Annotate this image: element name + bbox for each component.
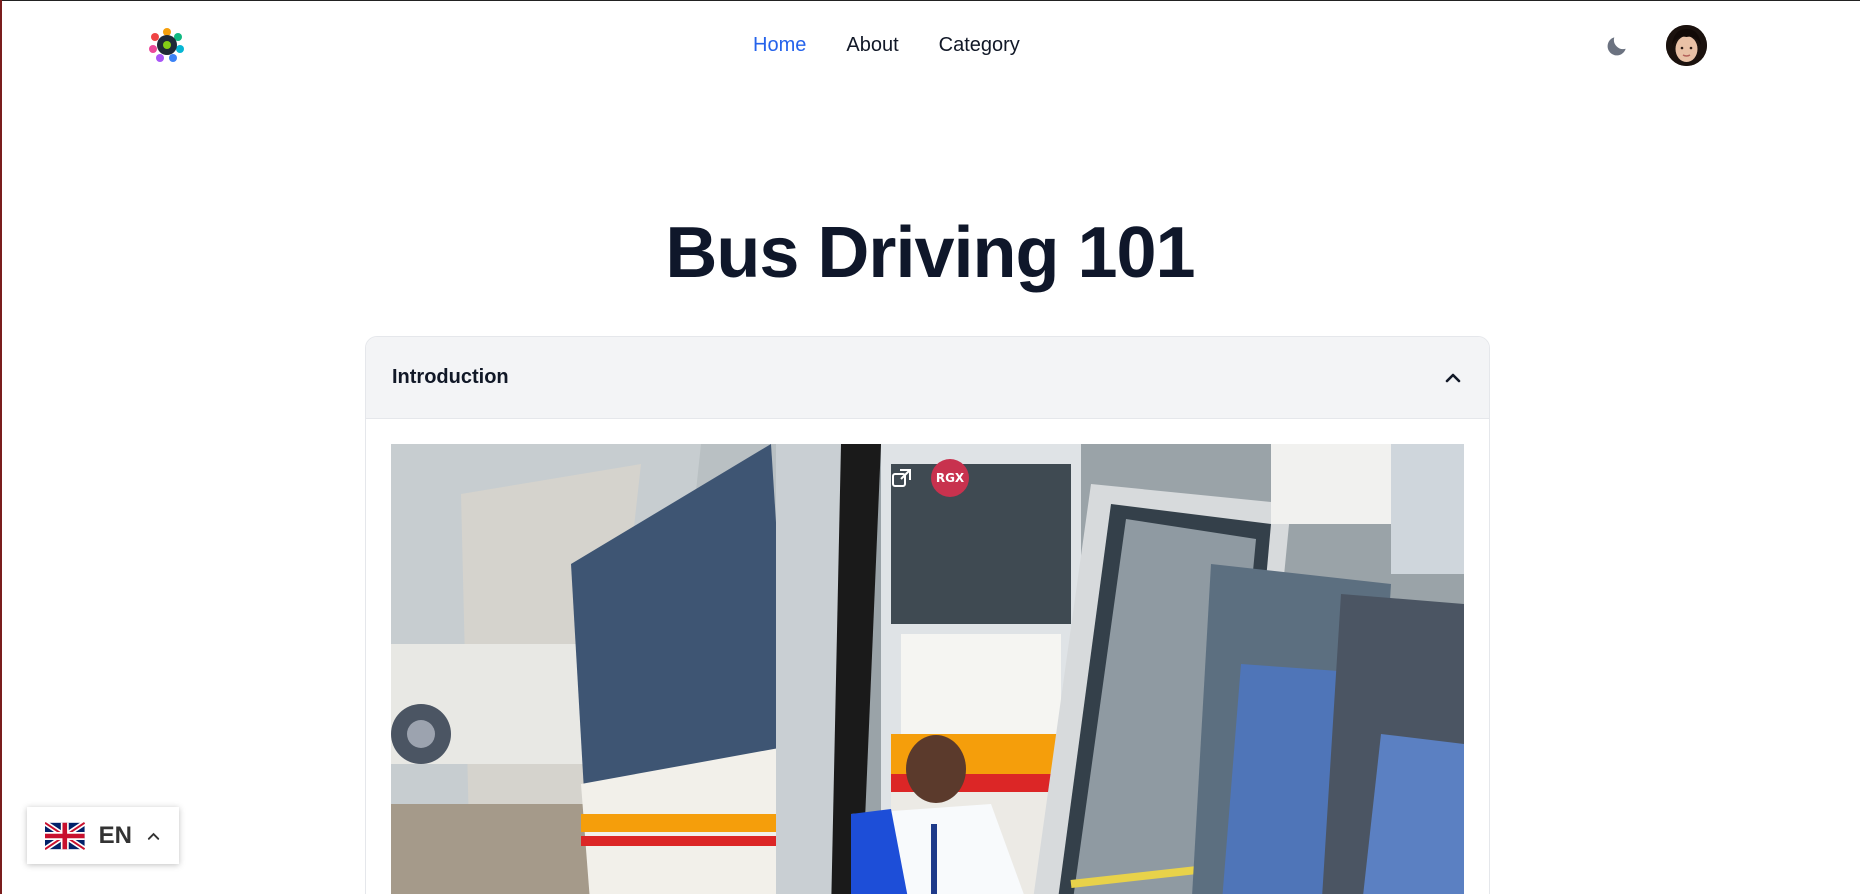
user-avatar[interactable] bbox=[1666, 25, 1707, 66]
accordion-title: Introduction bbox=[392, 366, 509, 388]
page-title: Bus Driving 101 bbox=[665, 213, 1195, 293]
main-nav: Home About Category bbox=[753, 34, 1020, 57]
uk-flag-icon bbox=[45, 820, 85, 851]
site-header: Home About Category bbox=[0, 0, 1860, 94]
accordion-introduction: Introduction bbox=[365, 336, 1490, 894]
popout-icon[interactable] bbox=[891, 467, 913, 489]
video-thumbnail[interactable] bbox=[391, 444, 1464, 894]
accordion-header[interactable]: Introduction bbox=[366, 337, 1489, 419]
bus-interior-image bbox=[391, 444, 1464, 894]
language-code: EN bbox=[98, 821, 132, 849]
nav-about-link[interactable]: About bbox=[846, 34, 898, 57]
language-switcher[interactable]: EN bbox=[27, 807, 179, 864]
nav-category-link[interactable]: Category bbox=[939, 34, 1020, 57]
chevron-up-icon bbox=[147, 832, 160, 840]
chevron-up-icon[interactable] bbox=[1443, 368, 1463, 388]
colorful-flower-logo-icon[interactable] bbox=[147, 25, 187, 65]
moon-icon[interactable] bbox=[1604, 33, 1630, 59]
nav-home-link[interactable]: Home bbox=[753, 34, 806, 57]
rgx-badge[interactable]: RGX bbox=[931, 459, 969, 497]
window-left-border bbox=[0, 0, 2, 894]
